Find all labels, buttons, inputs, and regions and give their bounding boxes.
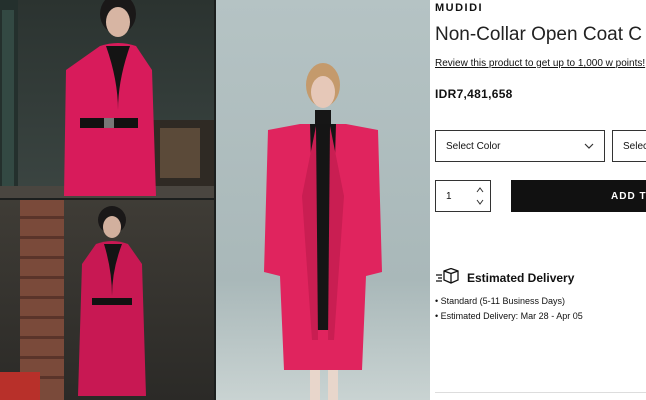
chevron-down-icon bbox=[584, 143, 594, 149]
size-select-label: Selec bbox=[623, 140, 646, 152]
add-to-bag-button[interactable]: ADD TO bbox=[511, 180, 646, 212]
drama-still-bottom[interactable] bbox=[0, 200, 214, 400]
delivery-info-list: Standard (5-11 Business Days) Estimated … bbox=[435, 294, 583, 324]
brand-name[interactable]: MUDIDI bbox=[435, 2, 483, 14]
quantity-value: 1 bbox=[446, 190, 452, 202]
review-link[interactable]: Review this product to get up to 1,000 w… bbox=[435, 58, 645, 69]
estimated-delivery-header: Estimated Delivery bbox=[435, 268, 574, 288]
drama-still-bottom-illustration bbox=[0, 200, 146, 400]
list-item: Standard (5-11 Business Days) bbox=[435, 294, 583, 309]
list-item: Estimated Delivery: Mar 28 - Apr 05 bbox=[435, 309, 583, 324]
product-price: IDR7,481,658 bbox=[435, 87, 513, 101]
chevron-down-small-icon[interactable] bbox=[476, 197, 484, 207]
product-details-panel: MUDIDI Non-Collar Open Coat C Review thi… bbox=[430, 0, 646, 400]
model-photo-illustration bbox=[264, 63, 382, 400]
estimated-delivery-title: Estimated Delivery bbox=[467, 271, 575, 285]
delivery-box-icon bbox=[436, 268, 459, 284]
size-select[interactable]: Selec bbox=[612, 130, 646, 162]
section-divider bbox=[435, 392, 646, 393]
stepper-arrows bbox=[476, 185, 484, 207]
drama-still-top[interactable] bbox=[0, 0, 214, 198]
quantity-stepper[interactable]: 1 bbox=[435, 180, 491, 212]
model-photo[interactable] bbox=[216, 0, 430, 400]
product-image-gallery bbox=[0, 0, 430, 400]
drama-still-top-illustration bbox=[0, 0, 214, 198]
chevron-up-icon[interactable] bbox=[476, 185, 484, 195]
color-select-label: Select Color bbox=[446, 140, 501, 152]
color-select[interactable]: Select Color bbox=[435, 130, 605, 162]
product-title: Non-Collar Open Coat C bbox=[435, 24, 642, 45]
